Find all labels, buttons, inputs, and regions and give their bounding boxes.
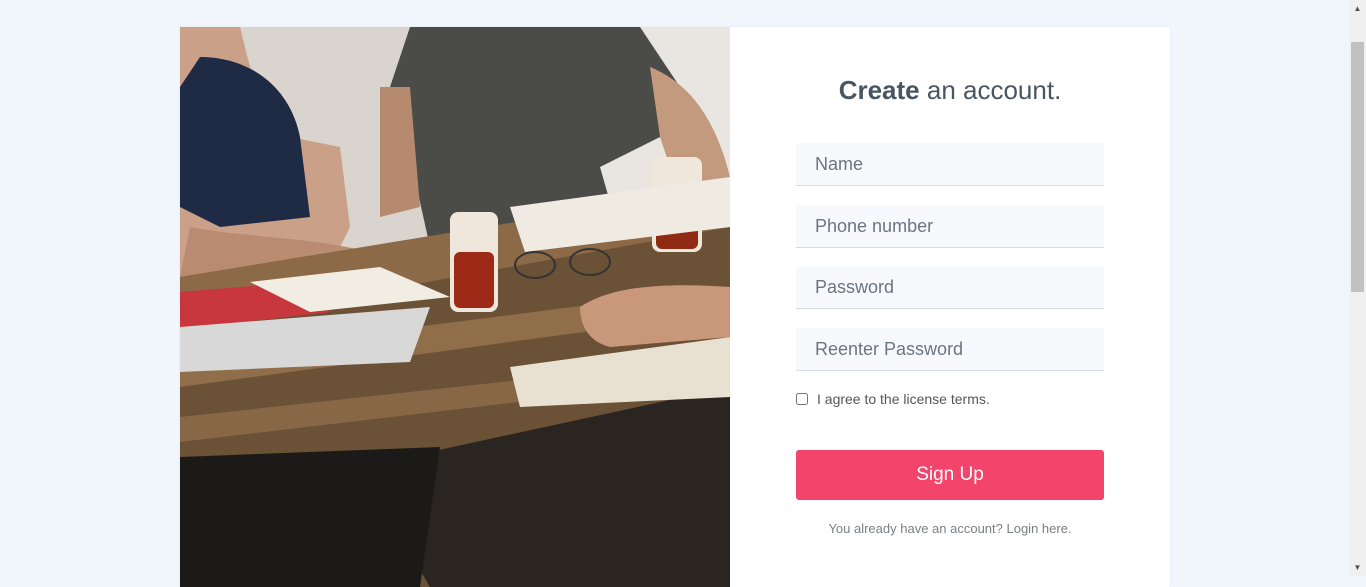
hero-image [180,27,730,587]
title-rest: an account. [919,75,1062,105]
name-input[interactable] [796,143,1104,186]
login-prompt: You already have an account? Login here. [730,521,1170,536]
page-title: Create an account. [730,75,1170,106]
sign-up-button[interactable]: Sign Up [796,450,1104,500]
license-label: I agree to the license terms. [817,391,990,407]
scroll-up-arrow-icon[interactable]: ▲ [1349,0,1366,17]
license-agreement[interactable]: I agree to the license terms. [796,391,990,407]
scroll-down-arrow-icon[interactable]: ▼ [1349,559,1366,576]
vertical-scrollbar[interactable]: ▲ ▼ [1349,0,1366,576]
reenter-password-input[interactable] [796,328,1104,371]
phone-input[interactable] [796,205,1104,248]
login-link[interactable]: Login here. [1006,521,1071,536]
signup-card: Create an account. I agree to the licens… [180,27,1170,587]
scrollbar-thumb[interactable] [1351,42,1364,292]
signup-form: Create an account. I agree to the licens… [730,27,1170,587]
title-bold: Create [838,75,920,105]
license-checkbox[interactable] [796,393,808,405]
people-at-table-image [180,27,730,587]
login-prompt-text: You already have an account? [828,521,1007,536]
password-input[interactable] [796,266,1104,309]
